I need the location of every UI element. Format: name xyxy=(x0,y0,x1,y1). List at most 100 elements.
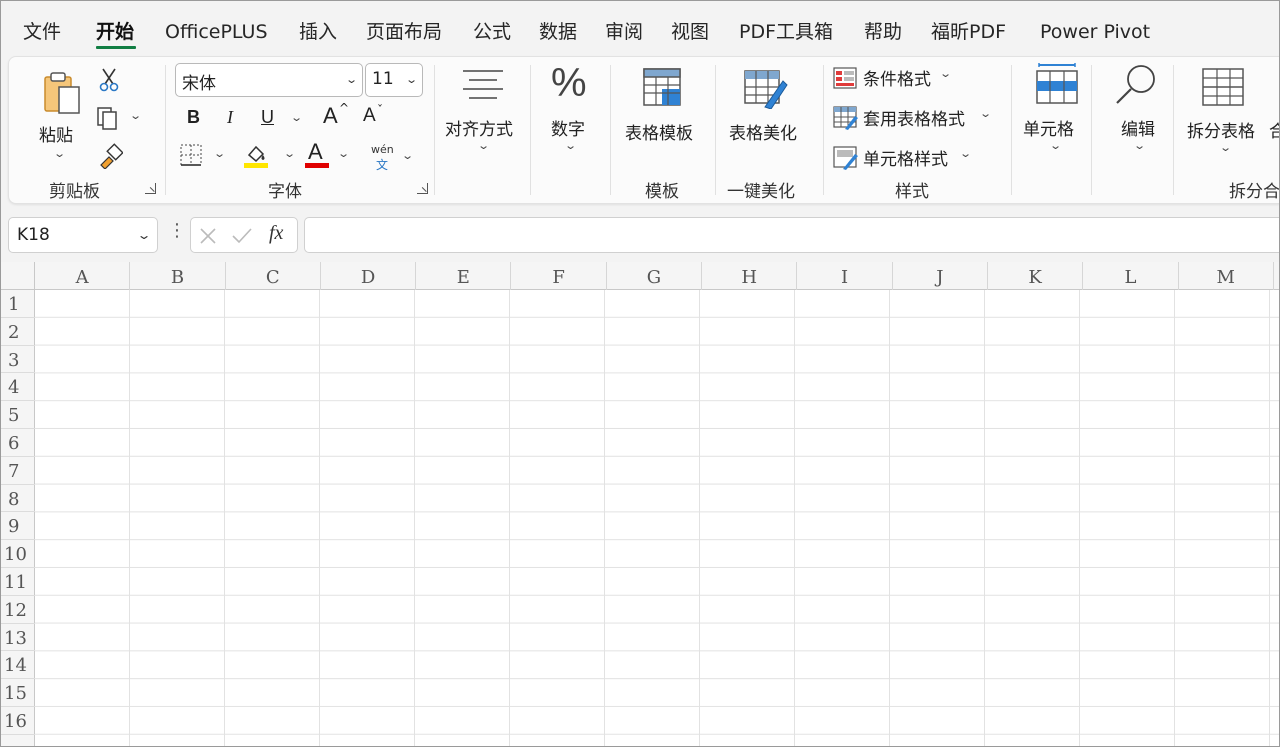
active-tab-indicator xyxy=(96,46,136,49)
tab-review[interactable]: 审阅 xyxy=(605,20,643,44)
column-header-k[interactable]: K xyxy=(988,262,1084,290)
number-format-button[interactable]: % 数字 ⌄ xyxy=(539,61,603,163)
font-name-value: 宋体 xyxy=(182,74,216,94)
editing-label: 编辑 xyxy=(1121,120,1155,140)
column-header-d[interactable]: D xyxy=(321,262,417,290)
row-header-5[interactable]: 5 xyxy=(0,401,35,429)
caret-down-icon: ˇ xyxy=(377,103,383,117)
conditional-formatting-button[interactable]: 条件格式 ⌄ xyxy=(833,65,983,91)
fill-color-button[interactable]: ⌄ xyxy=(243,141,301,171)
tab-formulas[interactable]: 公式 xyxy=(473,20,511,44)
tab-view[interactable]: 视图 xyxy=(671,20,709,44)
row-header-4[interactable]: 4 xyxy=(0,373,35,402)
number-label: 数字 xyxy=(551,120,585,140)
split-table-button[interactable]: 拆分表格 ⌄ xyxy=(1181,61,1280,161)
chevron-down-icon: ⌄ xyxy=(404,73,418,86)
column-header-l[interactable]: L xyxy=(1083,262,1179,290)
row-header-16[interactable]: 16 xyxy=(0,707,35,735)
insert-function-icon[interactable]: fx xyxy=(269,222,283,245)
tab-pdf-toolbox[interactable]: PDF工具箱 xyxy=(739,20,833,44)
name-box[interactable]: K18 ⌄ xyxy=(8,217,158,253)
chevron-down-icon: ⌄ xyxy=(1219,141,1233,154)
formula-input[interactable] xyxy=(304,217,1280,253)
tab-foxit-pdf[interactable]: 福昕PDF xyxy=(931,20,1006,44)
shrink-font-letter: A xyxy=(363,105,376,126)
cell-grid[interactable] xyxy=(35,290,1280,747)
tab-page-layout[interactable]: 页面布局 xyxy=(366,20,442,44)
format-painter-icon[interactable] xyxy=(97,143,123,169)
paste-button[interactable]: 粘贴 ⌄ xyxy=(31,65,95,165)
cells-icon xyxy=(1036,63,1078,104)
row-header-8[interactable]: 8 xyxy=(0,485,35,513)
column-header-c[interactable]: C xyxy=(226,262,321,290)
format-as-table-button[interactable]: 套用表格格式 ⌄ xyxy=(833,105,1003,131)
column-header-f[interactable]: F xyxy=(512,262,607,290)
row-header-6[interactable]: 6 xyxy=(0,429,35,457)
increase-font-size-button[interactable]: A ^ xyxy=(323,101,351,131)
alignment-button[interactable]: 对齐方式 ⌄ xyxy=(443,63,523,163)
table-beautify-label: 表格美化 xyxy=(729,124,797,144)
font-name-select[interactable]: 宋体 ⌄ xyxy=(175,63,363,97)
font-launcher-icon[interactable] xyxy=(417,183,428,194)
column-header-j[interactable]: J xyxy=(893,262,988,290)
underline-chevron-down-icon[interactable]: ⌄ xyxy=(290,111,303,124)
group-label-template: 模板 xyxy=(645,182,679,202)
row-headers: 1 2 3 4 5 6 7 8 9 10 11 12 13 14 15 16 xyxy=(0,290,35,747)
row-header-10[interactable]: 10 xyxy=(0,540,35,568)
row-header-7[interactable]: 7 xyxy=(0,457,35,485)
copy-button[interactable]: ⌄ xyxy=(95,105,145,131)
tab-insert[interactable]: 插入 xyxy=(299,20,337,44)
bold-button[interactable]: B xyxy=(187,107,200,128)
cells-button[interactable]: 单元格 ⌄ xyxy=(1019,61,1095,161)
row-header-1[interactable]: 1 xyxy=(0,290,35,318)
ribbon-separator xyxy=(165,65,166,195)
column-header-e[interactable]: E xyxy=(416,262,512,290)
font-size-select[interactable]: 11 ⌄ xyxy=(365,63,423,97)
cancel-icon[interactable] xyxy=(199,227,217,245)
column-header-g[interactable]: G xyxy=(607,262,703,290)
row-header-9[interactable]: 9 xyxy=(0,512,35,541)
column-header-h[interactable]: H xyxy=(702,262,798,290)
tab-officeplus[interactable]: OfficePLUS xyxy=(165,20,268,44)
table-template-button[interactable]: 表格模板 xyxy=(619,63,709,144)
row-header-13[interactable]: 13 xyxy=(0,624,35,652)
caret-up-icon: ^ xyxy=(339,101,350,115)
tab-file[interactable]: 文件 xyxy=(23,20,61,44)
tab-help[interactable]: 帮助 xyxy=(864,20,902,44)
conditional-format-icon xyxy=(833,67,857,89)
chevron-down-icon: ⌄ xyxy=(283,147,297,160)
row-header-11[interactable]: 11 xyxy=(0,568,35,596)
copy-icon xyxy=(97,107,117,130)
row-header-2[interactable]: 2 xyxy=(0,318,35,346)
tab-power-pivot[interactable]: Power Pivot xyxy=(1040,20,1150,44)
column-header-m[interactable]: M xyxy=(1179,262,1274,290)
borders-icon xyxy=(180,144,202,166)
row-header-3[interactable]: 3 xyxy=(0,346,35,374)
phonetic-guide-button[interactable]: wén 文 ⌄ xyxy=(369,143,419,173)
font-color-button[interactable]: A ⌄ xyxy=(305,139,361,171)
ribbon-separator xyxy=(823,65,824,195)
editing-button[interactable]: 编辑 ⌄ xyxy=(1101,61,1173,161)
borders-button[interactable]: ⌄ xyxy=(179,143,235,169)
column-header-i[interactable]: I xyxy=(797,262,893,290)
tab-data[interactable]: 数据 xyxy=(539,20,577,44)
row-header-12[interactable]: 12 xyxy=(0,596,35,624)
chevron-down-icon: ⌄ xyxy=(979,107,993,120)
decrease-font-size-button[interactable]: A ˇ xyxy=(363,103,391,133)
column-header-a[interactable]: A xyxy=(35,262,131,290)
select-all-corner[interactable] xyxy=(0,262,35,290)
italic-button[interactable]: I xyxy=(227,107,233,128)
tab-home[interactable]: 开始 xyxy=(96,20,134,44)
row-header-14[interactable]: 14 xyxy=(0,651,35,680)
group-label-clipboard: 剪贴板 xyxy=(49,182,100,202)
clipboard-launcher-icon[interactable] xyxy=(145,183,156,194)
more-options-icon[interactable]: ⋮ xyxy=(168,222,186,240)
cell-styles-button[interactable]: 单元格样式 ⌄ xyxy=(833,145,993,171)
underline-button[interactable]: U xyxy=(261,107,274,128)
table-beautify-button[interactable]: 表格美化 xyxy=(721,63,817,144)
confirm-icon[interactable] xyxy=(231,227,253,245)
column-header-b[interactable]: B xyxy=(130,262,226,290)
merge-label-partial[interactable]: 合 xyxy=(1269,117,1280,142)
cut-icon[interactable] xyxy=(97,67,121,93)
row-header-15[interactable]: 15 xyxy=(0,679,35,707)
